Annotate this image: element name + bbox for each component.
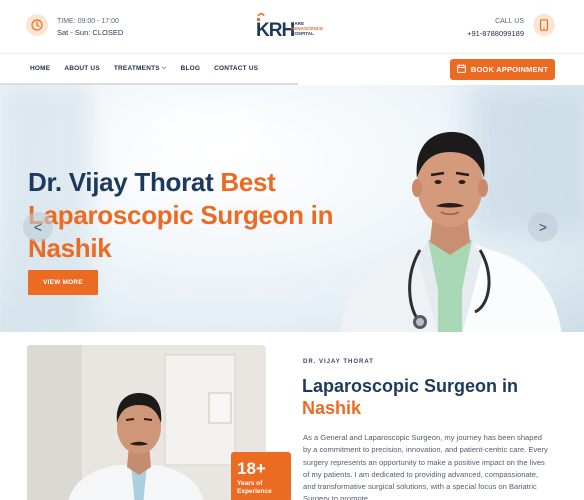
nav-menu: HOME ABOUT US TREATMENTS ⌵ BLOG CONTACT … [30, 65, 258, 72]
calendar-icon [456, 64, 466, 75]
about-heading-city: Nashik [302, 398, 362, 418]
about-heading-main: Laparoscopic Surgeon in [302, 376, 519, 396]
about-heading: Laparoscopic Surgeon in Nashik [302, 375, 572, 419]
call-label: CALL US [495, 18, 524, 25]
days-line: Sat - Sun: CLOSED [57, 28, 124, 37]
chevron-left-icon: < [33, 219, 43, 235]
slider-prev-button[interactable]: < [23, 212, 53, 242]
view-more-button[interactable]: VIEW MORE [28, 270, 98, 295]
call-us: CALL US +91-8788099189 [467, 16, 524, 40]
nav-about-us[interactable]: ABOUT US [64, 65, 100, 72]
logo-letters: KRH [256, 20, 294, 41]
slider-next-button[interactable]: > [528, 212, 558, 242]
nav-treatments-label: TREATMENTS [113, 65, 160, 72]
about-paragraph: As a General and Laparoscopic Surgeon, m… [303, 433, 548, 500]
hospital-logo[interactable]: KRH KARE RENASCENCE HOSPITAL [256, 12, 328, 42]
hero-bg-light [150, 105, 270, 165]
hero-headline: Dr. Vijay Thorat Best Laparoscopic Surge… [28, 166, 368, 265]
nav-contact-us[interactable]: CONTACT US [214, 65, 258, 72]
experience-badge: 18+ Years of Experience [231, 452, 291, 500]
experience-years: 18+ [237, 459, 266, 478]
book-appointment-label: BOOK APPOINMENT [470, 65, 549, 74]
nav-treatments[interactable]: TREATMENTS ⌵ [114, 65, 167, 72]
book-appointment-button[interactable]: BOOK APPOINMENT [450, 59, 555, 80]
chevron-right-icon: > [538, 219, 548, 235]
opening-hours: TIME: 09:00 - 17:00 Sat - Sun: CLOSED [57, 16, 123, 38]
phone-icon[interactable] [533, 14, 555, 36]
top-bar: TIME: 09:00 - 17:00 Sat - Sun: CLOSED KR… [0, 0, 584, 52]
phone-number[interactable]: +91-8788099189 [467, 28, 524, 40]
hero-doctor-name: Dr. Vijay Thorat [28, 167, 214, 197]
section-eyebrow: DR. VIJAY THORAT [303, 359, 374, 365]
main-nav: HOME ABOUT US TREATMENTS ⌵ BLOG CONTACT … [0, 53, 584, 84]
nav-blog[interactable]: BLOG [181, 65, 201, 72]
logo-name-3: HOSPITAL [291, 31, 314, 36]
experience-label: Years of Experience [237, 480, 272, 495]
nav-home[interactable]: HOME [30, 65, 50, 72]
hero-slider: Dr. Vijay Thorat Best Laparoscopic Surge… [0, 85, 584, 332]
time-line: TIME: 09:00 - 17:00 [57, 18, 119, 25]
clock-icon [26, 14, 48, 36]
chevron-down-icon: ⌵ [161, 65, 167, 71]
